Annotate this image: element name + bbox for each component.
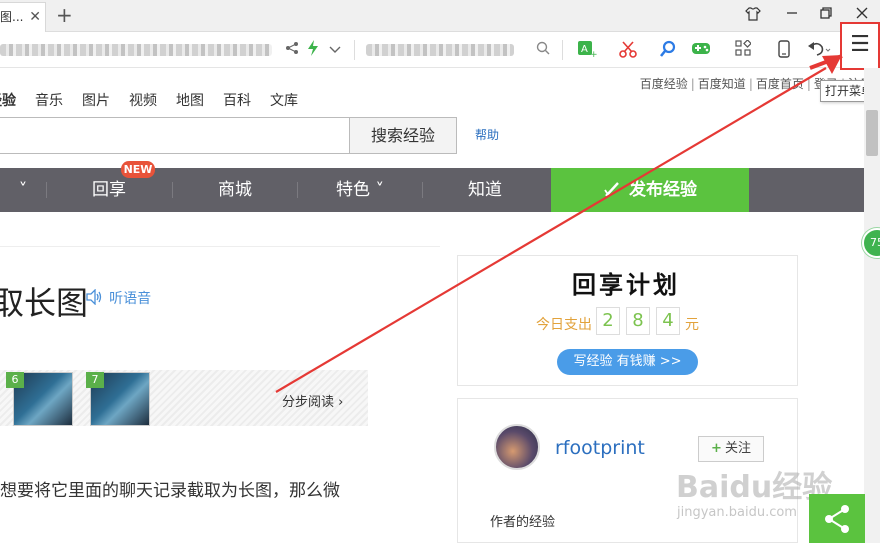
article-title: 取长图 xyxy=(0,284,89,322)
search-input[interactable] xyxy=(0,117,349,154)
magnifier-tool-icon[interactable] xyxy=(658,40,678,60)
toolbar-divider xyxy=(562,40,563,60)
skin-shirt-icon[interactable] xyxy=(743,6,763,26)
link-baidu-jingyan[interactable]: 百度经验 xyxy=(640,77,688,91)
toolbar-divider xyxy=(354,40,355,60)
step-number: 7 xyxy=(86,372,104,388)
undo-icon[interactable] xyxy=(806,40,832,60)
baidu-watermark-url: jingyan.baidu.com xyxy=(677,505,797,520)
product-nav: 经验 音乐 图片 视频 地图 百科 文库 xyxy=(0,90,317,110)
svg-text:A: A xyxy=(581,44,588,55)
nav-mall[interactable]: 商城 xyxy=(188,168,282,212)
mobile-icon[interactable] xyxy=(776,40,792,60)
search-button[interactable]: 搜索经验 xyxy=(349,117,457,154)
nav-features[interactable]: 特色 ˅ xyxy=(313,168,407,212)
browser-toolbar: A + xyxy=(0,32,880,68)
nav-map[interactable]: 地图 xyxy=(176,93,204,109)
nav-images[interactable]: 图片 xyxy=(82,93,110,109)
nav-separator xyxy=(46,182,47,198)
link-baidu-zhidao[interactable]: 百度知道 xyxy=(698,77,746,91)
nav-baike[interactable]: 百科 xyxy=(223,93,251,109)
address-bar-blurred[interactable] xyxy=(0,44,272,56)
nav-video[interactable]: 视频 xyxy=(129,93,157,109)
publish-label: 发布经验 xyxy=(629,180,697,200)
share-icon xyxy=(825,505,849,533)
today-spend-label: 今日支出 xyxy=(536,317,592,333)
new-tab-button[interactable]: + xyxy=(56,4,73,26)
nav-separator xyxy=(297,182,298,198)
nav-jingyan[interactable]: 经验 xyxy=(0,93,16,109)
huixiang-plan-title: 回享计划 xyxy=(572,270,680,299)
search-icon[interactable] xyxy=(534,40,552,60)
spend-digit: 8 xyxy=(626,307,650,335)
follow-label: 关注 xyxy=(724,441,751,456)
scissors-icon[interactable] xyxy=(618,40,638,60)
nav-zhidao[interactable]: 知道 xyxy=(438,168,532,212)
spend-digit: 2 xyxy=(596,307,620,335)
translate-icon[interactable]: A + xyxy=(576,40,598,60)
lightning-icon[interactable] xyxy=(306,40,320,60)
follow-button[interactable]: + 关注 xyxy=(698,436,764,462)
author-experiences-label: 作者的经验 xyxy=(490,515,556,530)
nav-separator xyxy=(422,182,423,198)
nav-music[interactable]: 音乐 xyxy=(35,93,63,109)
link-baidu-home[interactable]: 百度首页 xyxy=(756,77,804,91)
nav-caret-item[interactable]: ˅ xyxy=(0,168,46,212)
share-icon[interactable] xyxy=(284,40,300,60)
author-name[interactable]: rfootprint xyxy=(555,437,645,459)
minimize-icon[interactable] xyxy=(782,6,802,26)
open-menu-button[interactable]: ☰ xyxy=(840,22,880,70)
listen-label: 听语音 xyxy=(109,291,152,307)
svg-text:+: + xyxy=(590,50,597,58)
new-badge: NEW xyxy=(121,161,155,178)
restore-icon[interactable] xyxy=(816,6,836,26)
scrollbar-thumb[interactable] xyxy=(866,110,878,156)
nav-separator xyxy=(172,182,173,198)
step-number: 6 xyxy=(6,372,24,388)
browser-tab[interactable]: 图... ✕ xyxy=(0,2,46,32)
publish-experience-button[interactable]: 发布经验 xyxy=(551,168,749,212)
spend-unit: 元 xyxy=(685,317,699,333)
content-divider xyxy=(0,246,440,247)
chevron-down-icon[interactable] xyxy=(328,40,342,60)
step-read-link[interactable]: 分步阅读 › xyxy=(282,391,343,410)
nav-wenku[interactable]: 文库 xyxy=(270,93,298,109)
spend-digit: 4 xyxy=(656,307,680,335)
article-paragraph: 想要将它里面的聊天记录截取为长图，那么微 xyxy=(0,481,340,501)
pen-icon xyxy=(604,182,619,197)
tab-title: 图... xyxy=(0,10,24,24)
hamburger-menu-icon: ☰ xyxy=(850,32,870,57)
apps-grid-icon[interactable] xyxy=(734,39,752,60)
help-link[interactable]: 帮助 xyxy=(475,126,499,143)
tab-close-icon[interactable]: ✕ xyxy=(29,3,41,31)
search-bar-blurred[interactable] xyxy=(366,44,514,56)
browser-titlebar: 图... ✕ + xyxy=(0,0,880,32)
write-earn-button[interactable]: 写经验 有钱赚 >> xyxy=(557,349,698,375)
gamepad-icon[interactable] xyxy=(690,40,712,60)
speaker-icon xyxy=(86,288,107,307)
screen: 图... ✕ + A + ☰ 百度经验 | 百度知道 | 百度首页 | 打开菜单… xyxy=(0,0,880,543)
avatar[interactable] xyxy=(494,424,540,470)
share-button[interactable] xyxy=(809,494,865,543)
listen-audio-button[interactable]: 听语音 xyxy=(86,288,151,308)
